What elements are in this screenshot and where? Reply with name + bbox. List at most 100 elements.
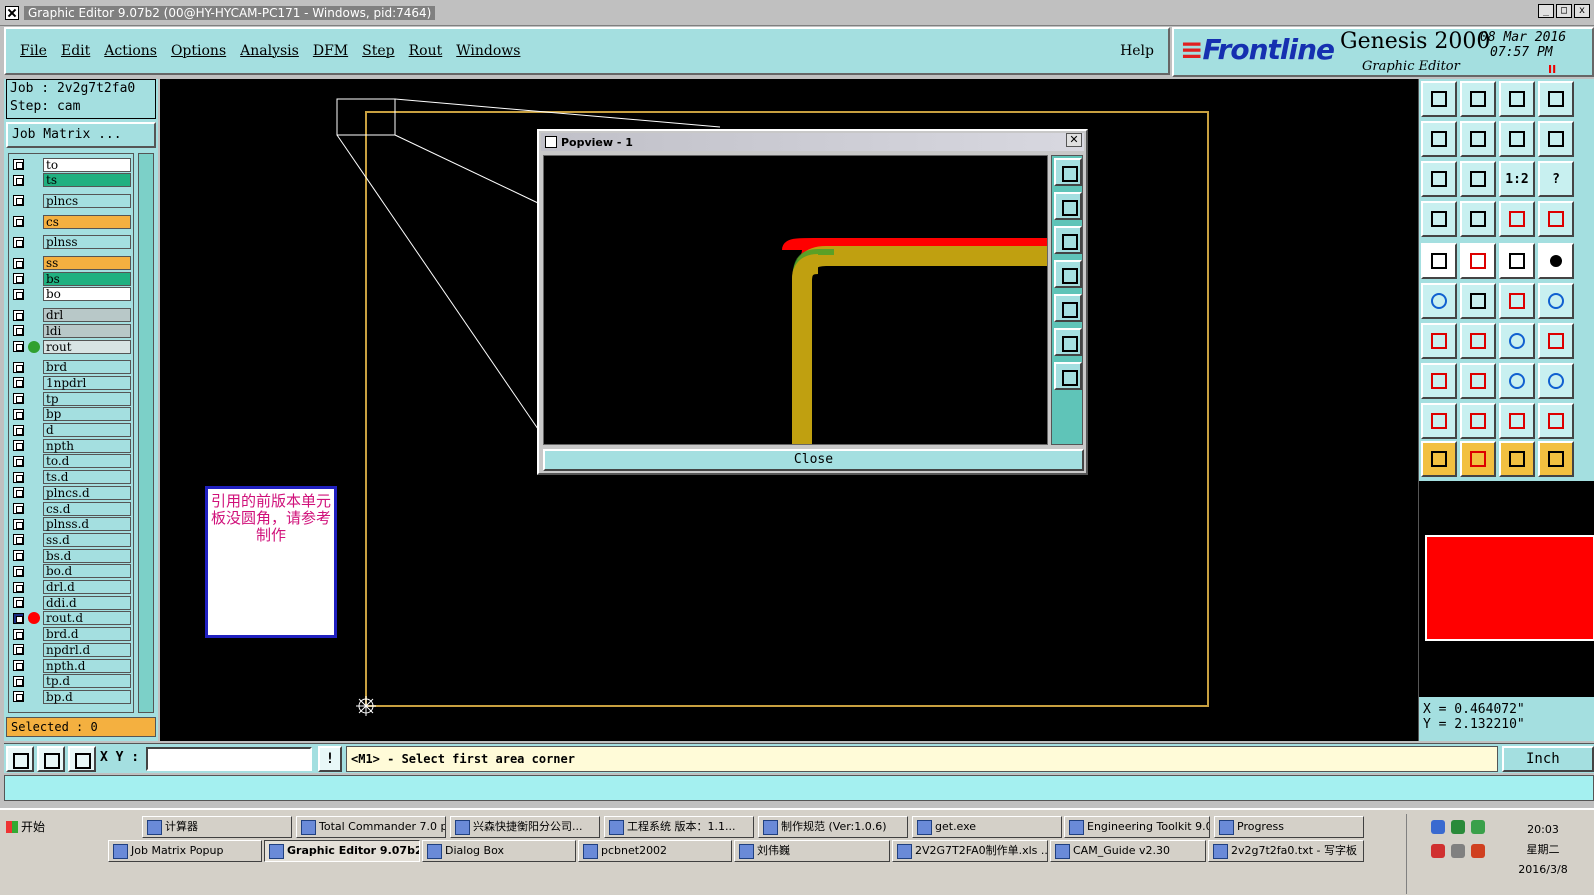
fit-all-icon[interactable] [1460,161,1496,197]
pointer-icon[interactable] [1421,441,1457,477]
layer-checkbox[interactable] [13,628,24,640]
circle-icon[interactable] [1538,243,1574,279]
minimize-button[interactable]: _ [1538,4,1554,18]
layer-row[interactable]: ss [9,256,133,271]
shapes-icon[interactable] [1538,363,1574,399]
close-window-button[interactable]: x [1574,4,1590,18]
execute-button[interactable]: ! [318,746,342,772]
antivirus-icon[interactable] [1431,844,1445,858]
network-icon[interactable] [1451,820,1465,834]
taskbar-item-engineering-system[interactable]: 工程系统 版本：1.1... [604,816,754,838]
layer-name[interactable]: tp [43,391,131,406]
layer-row[interactable]: brd.d [9,627,133,642]
pointer-box-icon[interactable] [1460,441,1496,477]
taskbar-item-pcbnet[interactable]: pcbnet2002 [578,840,732,862]
units-select[interactable]: Inch [1502,746,1594,772]
pad-icon[interactable] [1421,243,1457,279]
layer-row[interactable]: plnss.d [9,517,133,532]
layer-row[interactable]: brd [9,360,133,375]
layer-name[interactable]: cs.d [43,501,131,516]
layer-checkbox[interactable] [13,565,24,577]
layer-name[interactable]: bp [43,407,131,422]
settings-icon[interactable] [1421,201,1457,237]
layer-row[interactable]: npth.d [9,658,133,673]
system-clock[interactable]: 20:03 星期二 2016/3/8 [1496,820,1590,880]
taskbar-item-wordpad[interactable]: 2v2g7t2fa0.txt - 写字板 [1208,840,1364,862]
open-job-icon[interactable] [1421,81,1457,117]
layer-name[interactable]: cs [43,214,131,229]
add-line-icon[interactable] [1460,363,1496,399]
cross-icon[interactable] [1460,283,1496,319]
popview-close-icon[interactable]: ✕ [1066,133,1082,147]
layer-name[interactable]: to.d [43,454,131,469]
zoom-fit-icon[interactable] [1054,328,1082,356]
rotate-icon[interactable] [1499,323,1535,359]
layer-row[interactable]: cs [9,214,133,229]
zoom-home-icon[interactable] [1054,158,1082,186]
layer-row[interactable]: bp.d [9,689,133,704]
layer-checkbox[interactable] [13,257,24,269]
popview-canvas[interactable] [543,155,1048,445]
measure-icon[interactable] [1460,243,1496,279]
menu-step[interactable]: Step [362,43,394,59]
layer-row[interactable]: 1npdrl [9,375,133,390]
overview-map[interactable] [1419,481,1594,697]
layer-row[interactable]: rout [9,339,133,354]
menu-analysis[interactable]: Analysis [240,43,299,59]
layer-row[interactable]: rout.d [9,611,133,626]
zoom-next-icon[interactable] [1460,121,1496,157]
menu-actions[interactable]: Actions [104,43,157,59]
layer-checkbox[interactable] [13,361,24,373]
layer-row[interactable]: ddi.d [9,595,133,610]
layer-name[interactable]: bp.d [43,689,131,704]
layer-checkbox[interactable] [13,550,24,562]
layer-row[interactable]: d [9,423,133,438]
maximize-button[interactable]: □ [1556,4,1572,18]
save-icon[interactable] [1460,81,1496,117]
bluetooth-icon[interactable] [1431,820,1445,834]
connect-icon[interactable] [1421,283,1457,319]
layer-checkbox[interactable] [13,393,24,405]
layer-name[interactable]: bs.d [43,548,131,563]
triangle-cut-icon[interactable] [1538,403,1574,439]
layer-checkbox[interactable] [13,660,24,671]
zoom-area-icon[interactable] [1499,121,1535,157]
taskbar-item-calculator[interactable]: 计算器 [142,816,292,838]
angle-icon[interactable] [1421,323,1457,359]
layer-checkbox[interactable] [13,273,24,285]
layer-checkbox[interactable] [13,159,24,170]
layer-name[interactable]: brd.d [43,627,131,642]
layer-name[interactable]: d [43,423,131,437]
zoom-right-icon[interactable] [1054,294,1082,322]
layer-name[interactable]: bo.d [43,564,131,579]
volume-icon[interactable] [1451,844,1465,858]
layer-name[interactable]: bo [43,287,131,302]
layer-checkbox[interactable] [13,174,24,186]
job-matrix-button[interactable]: Job Matrix ... [6,122,156,148]
add-pad-icon[interactable] [1421,363,1457,399]
fit-vertical-icon[interactable] [1421,161,1457,197]
layer-row[interactable]: bs.d [9,548,133,563]
zoom-center-icon[interactable] [1054,362,1082,390]
layer-name[interactable]: rout.d [43,611,131,626]
layer-checkbox[interactable] [13,325,24,337]
triangle-icon[interactable] [1421,403,1457,439]
layer-checkbox[interactable] [13,424,24,436]
layer-row[interactable]: to [9,157,133,172]
taskbar-item-company[interactable]: 兴森快捷衡阳分公司... [450,816,600,838]
zoom-left-icon[interactable] [1054,260,1082,288]
layer-checkbox[interactable] [13,691,24,703]
menu-file[interactable]: File [20,43,47,59]
layer-row[interactable]: npth [9,438,133,453]
layer-checkbox[interactable] [13,408,24,420]
taskbar-item-cam-guide[interactable]: CAM_Guide v2.30 [1050,840,1206,862]
zoom-prev-icon[interactable] [1421,121,1457,157]
layer-row[interactable]: ts [9,173,133,188]
layer-checkbox[interactable] [13,503,24,514]
layer-checkbox[interactable] [13,597,24,609]
layer-name[interactable]: ts.d [43,470,131,485]
layer-checkbox[interactable] [13,644,24,656]
zoom-bottom-icon[interactable] [1054,226,1082,254]
snap-mode-icon[interactable] [6,746,34,772]
layer-row[interactable]: plncs.d [9,485,133,500]
